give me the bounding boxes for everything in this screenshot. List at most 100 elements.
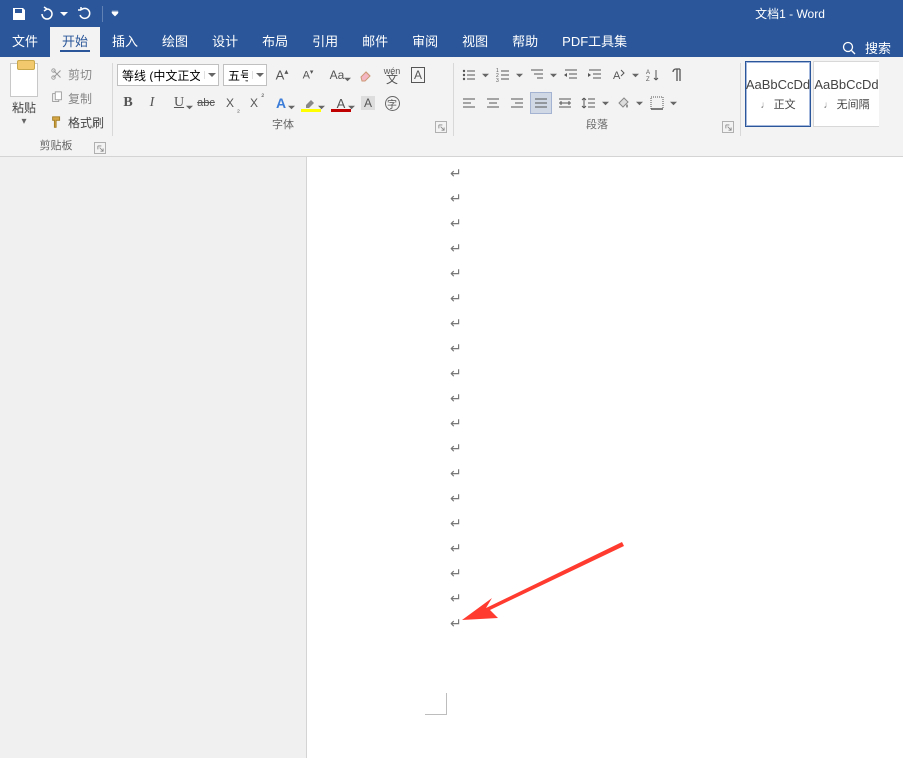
sort-button[interactable]: AZ [642,64,664,86]
line-spacing-button[interactable] [578,92,610,114]
svg-text:A: A [613,70,621,82]
strikethrough-button[interactable]: abc [195,92,217,114]
search-icon [841,40,857,56]
paragraph-launcher[interactable] [722,121,734,133]
change-case-button[interactable]: Aa [323,64,351,86]
tab-home[interactable]: 开始 [50,27,100,57]
character-border-button[interactable]: A [407,64,429,86]
asian-icon: A [611,67,627,83]
align-center-icon [485,95,501,111]
tab-review[interactable]: 审阅 [400,27,450,57]
tab-draw[interactable]: 绘图 [150,27,200,57]
numbering-button[interactable]: 123 [492,64,524,86]
tab-help[interactable]: 帮助 [500,27,550,57]
font-size-dropdown[interactable] [252,71,266,79]
align-left-icon [461,95,477,111]
grow-font-button[interactable]: A▴ [271,64,293,86]
subscript-button[interactable]: X₂ [219,92,241,114]
shading-button[interactable] [612,92,644,114]
tab-mailings[interactable]: 邮件 [350,27,400,57]
text-effects-button[interactable]: A [267,92,295,114]
format-painter-button[interactable]: 格式刷 [46,111,108,133]
font-size-combo[interactable] [223,64,267,86]
navigation-pane[interactable] [0,157,307,758]
highlight-button[interactable] [297,92,325,114]
bullets-button[interactable] [458,64,490,86]
font-name-input[interactable] [118,68,204,82]
underline-button[interactable]: U [165,92,193,114]
multilevel-icon [529,67,545,83]
align-distribute-button[interactable] [554,92,576,114]
clear-format-button[interactable] [355,64,377,86]
tab-design[interactable]: 设计 [200,27,250,57]
save-button[interactable] [6,2,32,26]
font-launcher[interactable] [435,121,447,133]
tab-layout[interactable]: 布局 [250,27,300,57]
superscript-button[interactable]: X² [243,92,265,114]
clipboard-launcher[interactable] [94,142,106,154]
multilevel-list-button[interactable] [526,64,558,86]
tab-references[interactable]: 引用 [300,27,350,57]
char-shading-button[interactable]: A [357,92,379,114]
align-left-button[interactable] [458,92,480,114]
tab-insert[interactable]: 插入 [100,27,150,57]
ribbon-tabs: 文件 开始 插入 绘图 设计 布局 引用 邮件 审阅 视图 帮助 PDF工具集 … [0,27,903,57]
show-marks-button[interactable] [666,64,688,86]
search-label: 搜索 [865,38,891,57]
ribbon: 粘贴 ▾ 剪切 复制 格式刷 剪贴板 [0,57,903,157]
bold-button[interactable]: B [117,92,139,114]
svg-text:3: 3 [496,78,499,83]
paste-button[interactable]: 粘贴 ▾ [4,61,44,127]
outdent-icon [563,67,579,83]
shrink-font-button[interactable]: A▾ [297,64,319,86]
undo-button[interactable] [34,2,56,26]
decrease-indent-button[interactable] [560,64,582,86]
qat-customize-dropdown[interactable] [107,10,123,18]
asian-layout-button[interactable]: A [608,64,640,86]
font-size-input[interactable] [224,68,252,82]
page-area[interactable]: ↵ ↵ ↵ ↵ ↵ ↵ ↵ ↵ ↵ ↵ ↵ ↵ ↵ ↵ ↵ ↵ ↵ ↵ ↵ [307,157,903,758]
eraser-icon [358,67,374,83]
align-justify-button[interactable] [530,92,552,114]
cut-button[interactable]: 剪切 [46,63,108,85]
redo-button[interactable] [72,2,98,26]
phonetic-guide-button[interactable]: wén文 [381,64,403,86]
align-justify-icon [533,95,549,111]
style-no-spacing[interactable]: AaBbCcDd ♩ 无间隔 [813,61,879,127]
enclose-char-button[interactable]: 字 [381,92,403,114]
group-paragraph: 123 A AZ [454,57,740,156]
tab-view[interactable]: 视图 [450,27,500,57]
tab-pdf[interactable]: PDF工具集 [550,27,639,57]
style-normal[interactable]: AaBbCcDd ♩ 正文 [745,61,811,127]
group-clipboard: 粘贴 ▾ 剪切 复制 格式刷 剪贴板 [0,57,112,156]
align-right-button[interactable] [506,92,528,114]
bullets-icon [461,67,477,83]
align-center-button[interactable] [482,92,504,114]
paragraph-mark: ↵ [450,386,462,411]
tab-file[interactable]: 文件 [0,27,50,57]
font-name-dropdown[interactable] [204,71,218,79]
paragraph-mark: ↵ [450,236,462,261]
qat-separator [102,6,103,22]
document-area: ↵ ↵ ↵ ↵ ↵ ↵ ↵ ↵ ↵ ↵ ↵ ↵ ↵ ↵ ↵ ↵ ↵ ↵ ↵ [0,157,903,758]
page[interactable]: ↵ ↵ ↵ ↵ ↵ ↵ ↵ ↵ ↵ ↵ ↵ ↵ ↵ ↵ ↵ ↵ ↵ ↵ ↵ [307,157,903,758]
search-area[interactable]: 搜索 [841,38,903,57]
page-content[interactable]: ↵ ↵ ↵ ↵ ↵ ↵ ↵ ↵ ↵ ↵ ↵ ↵ ↵ ↵ ↵ ↵ ↵ ↵ ↵ [450,161,462,636]
increase-indent-button[interactable] [584,64,606,86]
italic-button[interactable]: I [141,92,163,114]
font-name-combo[interactable] [117,64,219,86]
scissors-icon [50,67,64,81]
paste-icon [10,63,38,97]
annotation-arrow [462,542,632,632]
borders-button[interactable] [646,92,678,114]
copy-button[interactable]: 复制 [46,87,108,109]
undo-dropdown[interactable] [58,10,70,18]
music-icon: ♩ [823,100,833,111]
paragraph-mark: ↵ [450,186,462,211]
pilcrow-icon [669,67,685,83]
paragraph-mark: ↵ [450,536,462,561]
paragraph-group-label: 段落 [458,114,736,135]
paragraph-mark: ↵ [450,411,462,436]
align-right-icon [509,95,525,111]
font-color-button[interactable]: A [327,92,355,114]
